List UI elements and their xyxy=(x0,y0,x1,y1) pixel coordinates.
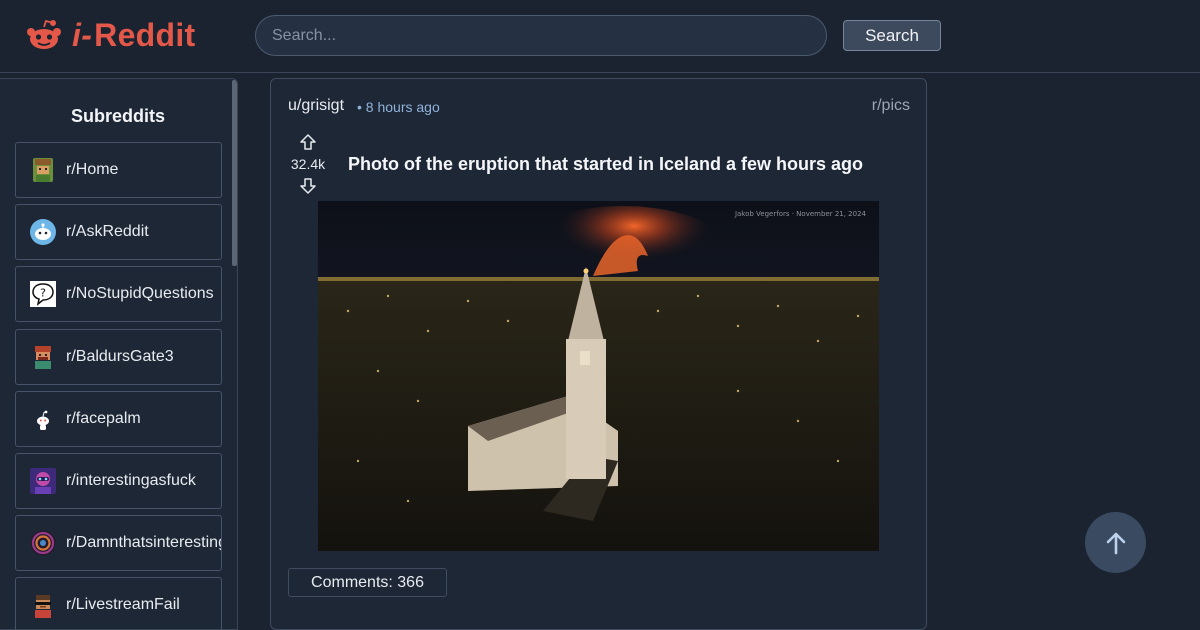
purple-avatar-icon xyxy=(30,468,56,494)
reddit-snoo-icon xyxy=(24,15,64,55)
swirl-icon xyxy=(30,530,56,556)
post-timestamp: • 8 hours ago xyxy=(357,99,440,115)
logo-name: Reddit xyxy=(94,16,196,53)
arrow-up-icon xyxy=(1106,532,1125,554)
sidebar-item-label: r/Home xyxy=(66,161,119,178)
vote-score: 32.4k xyxy=(290,156,326,172)
sidebar-item-nostupidquestions[interactable]: ? r/NoStupidQuestions xyxy=(15,266,222,322)
search-button[interactable]: Search xyxy=(843,20,941,51)
sidebar-item-livestreamfail[interactable]: r/LivestreamFail xyxy=(15,577,222,629)
sidebar-item-facepalm[interactable]: r/facepalm xyxy=(15,391,222,447)
pixel-character-icon xyxy=(33,158,53,182)
top-header: i-Reddit Search xyxy=(0,0,1200,73)
sidebar-item-label: r/interestingasfuck xyxy=(66,472,196,489)
sidebar-item-askreddit[interactable]: r/AskReddit xyxy=(15,204,222,260)
pixel-character-icon xyxy=(35,346,51,369)
post-card: u/grisigt • 8 hours ago r/pics 32.4k Pho… xyxy=(270,78,927,630)
sidebar-item-label: r/Damnthatsinteresting xyxy=(66,534,222,551)
downvote-arrow-icon[interactable] xyxy=(299,177,317,195)
image-credit: Jakob Vegerfors · November 21, 2024 xyxy=(734,210,867,218)
post-image[interactable]: Jakob Vegerfors · November 21, 2024 xyxy=(318,201,879,551)
app-logo[interactable]: i-Reddit xyxy=(24,15,196,55)
svg-text:?: ? xyxy=(40,287,46,300)
sidebar-item-label: r/LivestreamFail xyxy=(66,596,180,613)
logo-text: i-Reddit xyxy=(72,17,196,54)
subreddit-sidebar: Subreddits r/Home r/AskReddit ? r/NoStup… xyxy=(0,78,238,630)
sidebar-item-label: r/BaldursGate3 xyxy=(66,348,174,365)
sidebar-item-label: r/facepalm xyxy=(66,410,141,427)
sidebar-item-damnthatsinteresting[interactable]: r/Damnthatsinteresting xyxy=(15,515,222,571)
sunglasses-avatar-icon xyxy=(35,595,51,618)
sidebar-item-label: r/NoStupidQuestions xyxy=(66,285,214,302)
post-author[interactable]: u/grisigt xyxy=(288,97,344,115)
upvote-arrow-icon[interactable] xyxy=(299,133,317,151)
search-input[interactable] xyxy=(255,15,827,56)
askreddit-snoo-icon xyxy=(30,219,56,245)
snoo-icon xyxy=(30,406,56,432)
question-bubble-icon: ? xyxy=(30,281,56,307)
post-subreddit[interactable]: r/pics xyxy=(872,97,910,115)
sidebar-item-label: r/AskReddit xyxy=(66,223,149,240)
sidebar-item-home[interactable]: r/Home xyxy=(15,142,222,198)
sidebar-item-baldursgate3[interactable]: r/BaldursGate3 xyxy=(15,329,222,385)
scroll-to-top-button[interactable] xyxy=(1085,512,1146,573)
sidebar-title: Subreddits xyxy=(70,106,165,126)
post-title[interactable]: Photo of the eruption that started in Ic… xyxy=(348,154,908,175)
comments-button[interactable]: Comments: 366 xyxy=(288,568,447,597)
logo-prefix: i- xyxy=(72,16,93,53)
sidebar-item-interestingasfuck[interactable]: r/interestingasfuck xyxy=(15,453,222,509)
